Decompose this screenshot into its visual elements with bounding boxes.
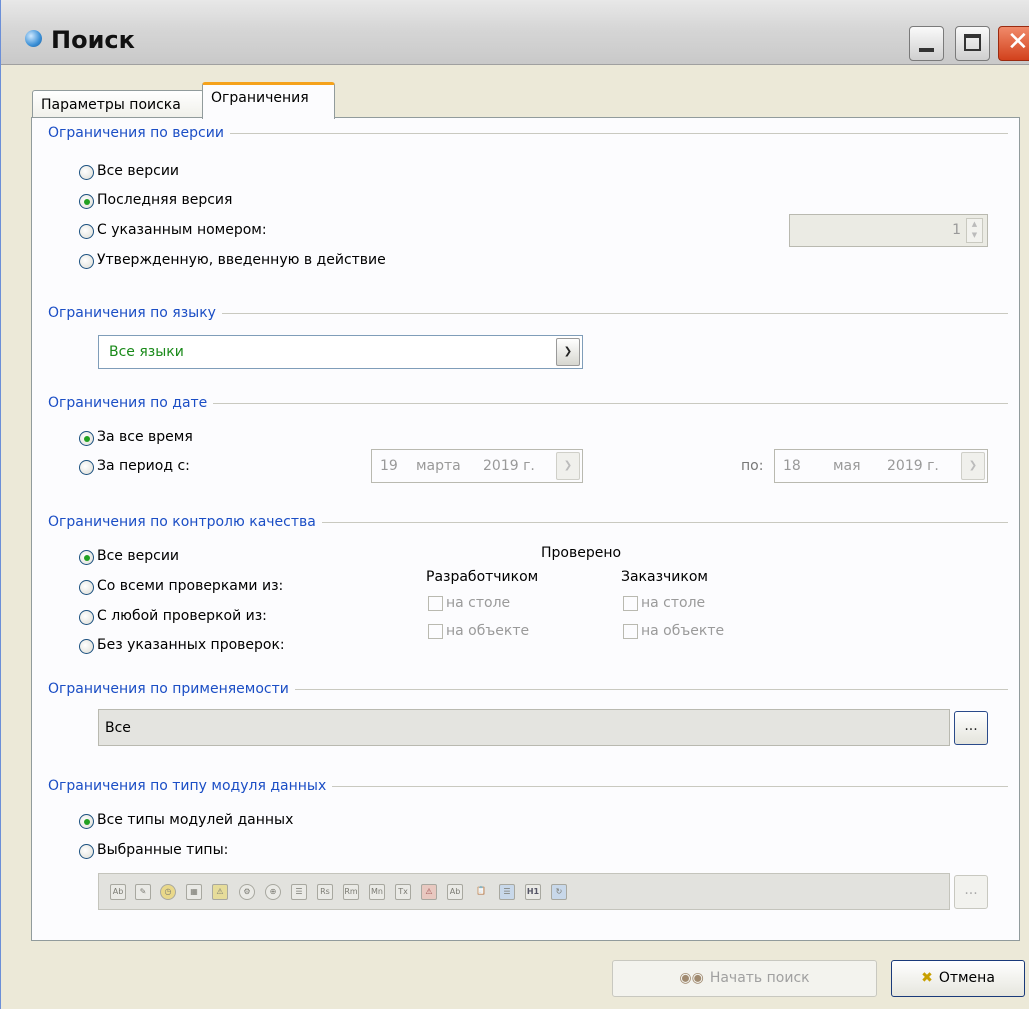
warning-icon[interactable]: ⚠ xyxy=(212,884,228,900)
list-icon[interactable]: ☰ xyxy=(291,884,307,900)
checked-title: Проверено xyxy=(541,545,622,561)
radio-quality-any-check-label: С любой проверкой из: xyxy=(97,608,267,624)
customer-header: Заказчиком xyxy=(621,569,708,585)
start-search-button[interactable]: ◉◉ Начать поиск xyxy=(612,960,877,997)
radio-selected-types[interactable] xyxy=(79,844,94,859)
chevron-down-icon[interactable]: ❯ xyxy=(556,338,580,366)
text-module-icon[interactable]: Ab xyxy=(110,884,126,900)
tree-icon[interactable]: ☰ xyxy=(499,884,515,900)
rs-module-icon[interactable]: Rs xyxy=(317,884,333,900)
applicability-browse-button[interactable]: ... xyxy=(954,711,988,745)
table-icon[interactable]: ▦ xyxy=(186,884,202,900)
spinner-arrows-icon[interactable]: ▲ ▼ xyxy=(966,218,983,243)
checkbox-developer-table-label: на столе xyxy=(446,595,511,611)
binoculars-icon: ◉◉ xyxy=(679,970,704,986)
tab-search-parameters[interactable]: Параметры поиска xyxy=(32,90,204,118)
window-title: Поиск xyxy=(51,26,135,54)
radio-quality-all-checks[interactable] xyxy=(79,580,94,595)
language-select[interactable]: Все языки ❯ xyxy=(98,335,583,369)
quality-section-title: Ограничения по контролю качества xyxy=(48,514,322,530)
search-dialog: Поиск Параметры поиска Ограничения Огран… xyxy=(0,0,1029,1009)
tx-module-icon[interactable]: Tx xyxy=(395,884,411,900)
cancel-x-icon: ✖ xyxy=(921,970,933,986)
version-number-spinner[interactable]: 1 ▲ ▼ xyxy=(789,214,988,247)
checkbox-customer-table[interactable] xyxy=(623,596,638,611)
radio-all-versions-label: Все версии xyxy=(97,163,180,179)
mn-module-icon[interactable]: Mn xyxy=(369,884,385,900)
developer-header: Разработчиком xyxy=(426,569,539,585)
language-section-title: Ограничения по языку xyxy=(48,305,222,321)
app-globe-icon xyxy=(25,30,42,47)
date-from-picker[interactable]: 19 марта 2019 г. ❯ xyxy=(371,449,583,483)
radio-all-module-types[interactable] xyxy=(79,814,94,829)
applicability-section-title: Ограничения по применяемости xyxy=(48,681,295,697)
checkbox-customer-object[interactable] xyxy=(623,624,638,639)
module-types-browse-button[interactable]: ... xyxy=(954,875,988,909)
checkbox-developer-object[interactable] xyxy=(428,624,443,639)
radio-latest-version[interactable] xyxy=(79,194,94,209)
chevron-down-icon[interactable]: ❯ xyxy=(961,452,985,480)
module-types-section-title: Ограничения по типу модуля данных xyxy=(48,778,333,794)
clipboard-icon[interactable]: 📋 xyxy=(473,884,489,900)
minimize-button[interactable] xyxy=(909,26,944,61)
tab-restrictions[interactable]: Ограничения xyxy=(202,82,335,119)
radio-specific-number-label: С указанным номером: xyxy=(97,222,267,238)
date-from-month: марта xyxy=(416,458,461,474)
checkbox-customer-object-label: на объекте xyxy=(641,623,725,639)
red-warning-icon[interactable]: ⚠ xyxy=(421,884,437,900)
cancel-button[interactable]: ✖ Отмена xyxy=(891,960,1025,997)
radio-specific-number[interactable] xyxy=(79,224,94,239)
date-to-label: по: xyxy=(741,458,764,474)
applicability-field[interactable]: Все xyxy=(98,709,950,746)
radio-selected-types-label: Выбранные типы: xyxy=(97,842,229,858)
module-types-toolbar: Ab ✎ ◷ ▦ ⚠ ⚙ ⊕ ☰ Rs Rm Mn Tx ⚠ Ab 📋 ☰ H1… xyxy=(98,873,950,910)
version-section-title: Ограничения по версии xyxy=(48,125,230,141)
radio-all-time[interactable] xyxy=(79,431,94,446)
radio-period[interactable] xyxy=(79,460,94,475)
language-select-value: Все языки xyxy=(109,344,184,360)
radio-quality-all-label: Все версии xyxy=(97,548,180,564)
cancel-label: Отмена xyxy=(938,970,995,986)
close-button[interactable] xyxy=(998,26,1029,61)
radio-quality-without[interactable] xyxy=(79,639,94,654)
radio-period-label: За период с: xyxy=(97,458,190,474)
clock-icon[interactable]: ◷ xyxy=(160,884,176,900)
date-from-day: 19 xyxy=(380,458,398,474)
version-number-value: 1 xyxy=(952,222,961,238)
title-bar: Поиск xyxy=(1,0,1029,65)
date-section-title: Ограничения по дате xyxy=(48,395,214,411)
target-icon[interactable]: ⊕ xyxy=(265,884,281,900)
date-to-year: 2019 г. xyxy=(887,458,939,474)
refresh-icon[interactable]: ↻ xyxy=(551,884,567,900)
date-to-month: мая xyxy=(833,458,861,474)
radio-all-module-types-label: Все типы модулей данных xyxy=(97,812,294,828)
applicability-value: Все xyxy=(105,720,131,736)
checkbox-customer-table-label: на столе xyxy=(641,595,706,611)
radio-quality-any-check[interactable] xyxy=(79,610,94,625)
date-to-day: 18 xyxy=(783,458,801,474)
start-search-label: Начать поиск xyxy=(709,970,810,986)
chevron-down-icon[interactable]: ❯ xyxy=(556,452,580,480)
checkbox-developer-object-label: на объекте xyxy=(446,623,530,639)
radio-quality-all-checks-label: Со всеми проверками из: xyxy=(97,578,284,594)
date-from-year: 2019 г. xyxy=(483,458,535,474)
ab-list-module-icon[interactable]: Ab xyxy=(447,884,463,900)
maximize-button[interactable] xyxy=(955,26,990,61)
radio-approved-version[interactable] xyxy=(79,254,94,269)
pen-icon[interactable]: ✎ xyxy=(135,884,151,900)
rm-module-icon[interactable]: Rm xyxy=(343,884,359,900)
checkbox-developer-table[interactable] xyxy=(428,596,443,611)
radio-approved-version-label: Утвержденную, введенную в действие xyxy=(97,252,386,268)
radio-all-versions[interactable] xyxy=(79,165,94,180)
radio-latest-version-label: Последняя версия xyxy=(97,192,233,208)
tool-icon[interactable]: ⚙ xyxy=(239,884,255,900)
radio-quality-without-label: Без указанных проверок: xyxy=(97,637,285,653)
date-to-picker[interactable]: 18 мая 2019 г. ❯ xyxy=(774,449,988,483)
radio-all-time-label: За все время xyxy=(97,429,193,445)
radio-quality-all[interactable] xyxy=(79,550,94,565)
heading-module-icon[interactable]: H1 xyxy=(525,884,541,900)
